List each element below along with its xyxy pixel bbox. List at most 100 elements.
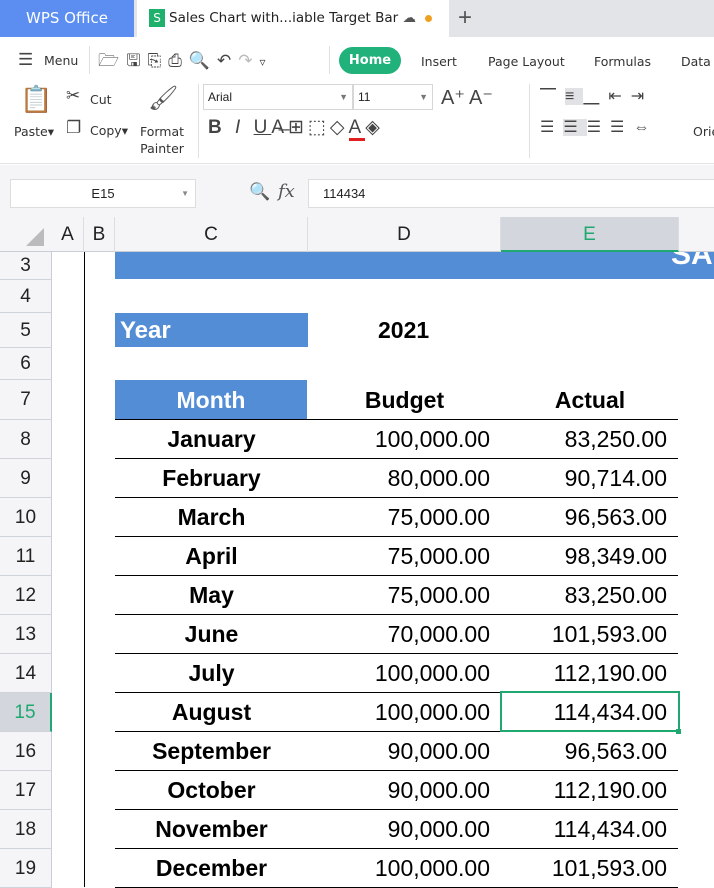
align-right-icon[interactable]: ☰ [587, 119, 610, 136]
align-center-icon[interactable]: ☰ [563, 119, 587, 136]
tab-page-layout[interactable]: Page Layout [488, 54, 565, 69]
actual-cell[interactable]: 98,349.00 [501, 543, 667, 570]
wps-office-tab[interactable]: WPS Office [0, 0, 134, 37]
tab-data[interactable]: Data [681, 54, 711, 69]
customize-dropdown-icon[interactable]: ▿ [259, 55, 272, 69]
month-cell[interactable]: May [115, 582, 308, 609]
actual-header[interactable]: Actual [501, 387, 679, 414]
month-cell[interactable]: January [115, 426, 308, 453]
month-cell[interactable]: April [115, 543, 308, 570]
clear-format-icon[interactable]: ◈ [365, 117, 384, 138]
fill-handle[interactable] [676, 729, 681, 734]
decrease-font-icon[interactable]: A⁻ [469, 85, 493, 110]
row-header-14[interactable]: 14 [0, 654, 52, 693]
row-header-5[interactable]: 5 [0, 313, 52, 348]
increase-indent-icon[interactable]: ⇥ [631, 88, 653, 105]
budget-cell[interactable]: 75,000.00 [308, 543, 490, 570]
orientation-button[interactable]: Orie [693, 124, 714, 139]
borders-icon[interactable]: ⊞ [288, 117, 308, 138]
row-header-11[interactable]: 11 [0, 537, 52, 576]
print-icon[interactable]: ⎙ [168, 51, 189, 70]
merge-icon[interactable]: ⬚ [308, 117, 330, 138]
row-header-16[interactable]: 16 [0, 732, 52, 771]
new-tab-button[interactable]: + [458, 4, 472, 32]
menu-button[interactable]: Menu [44, 53, 78, 68]
document-tab[interactable]: S Sales Chart with...iable Target Bar ☁ [137, 0, 449, 37]
month-cell[interactable]: October [115, 777, 308, 804]
actual-cell[interactable]: 83,250.00 [501, 426, 667, 453]
actual-cell[interactable]: 101,593.00 [501, 621, 667, 648]
font-color-icon[interactable]: A [348, 117, 366, 141]
bold-icon[interactable]: B [208, 117, 226, 138]
row-header-15[interactable]: 15 [0, 693, 52, 732]
actual-cell[interactable]: 114,434.00 [501, 816, 667, 843]
name-box[interactable]: E15 ▼ [10, 179, 196, 208]
tab-formulas[interactable]: Formulas [594, 54, 651, 69]
cut-icon[interactable]: ✂ [66, 86, 80, 106]
formula-input[interactable]: 114434 [308, 179, 714, 208]
month-header-cell[interactable]: Month [115, 380, 307, 419]
undo-icon[interactable]: ↶ [217, 51, 238, 70]
tab-insert[interactable]: Insert [421, 54, 457, 69]
row-header-4[interactable]: 4 [0, 280, 52, 313]
budget-cell[interactable]: 90,000.00 [308, 816, 490, 843]
redo-icon[interactable]: ↷ [238, 51, 259, 70]
fill-color-icon[interactable]: ◇ [330, 117, 349, 138]
column-header-e[interactable]: E [501, 217, 679, 252]
column-header-d[interactable]: D [308, 217, 501, 252]
align-bottom-icon[interactable]: ⎽ [583, 88, 608, 105]
budget-cell[interactable]: 75,000.00 [308, 582, 490, 609]
justify-icon[interactable]: ☰ [610, 119, 633, 136]
actual-cell[interactable]: 90,714.00 [501, 465, 667, 492]
format-painter-button[interactable]: Format Painter [140, 123, 184, 157]
hamburger-icon[interactable]: ☰ [18, 50, 33, 70]
budget-cell[interactable]: 80,000.00 [308, 465, 490, 492]
font-size-select[interactable]: 11 ▼ [353, 84, 433, 110]
budget-header[interactable]: Budget [308, 387, 501, 414]
actual-cell[interactable]: 83,250.00 [501, 582, 667, 609]
actual-cell[interactable]: 96,563.00 [501, 738, 667, 765]
wrap-icon[interactable]: ⇔ [633, 119, 658, 136]
actual-cell[interactable]: 112,190.00 [501, 660, 667, 687]
select-all-icon[interactable] [26, 228, 44, 246]
strikethrough-icon[interactable]: A̶ [271, 117, 288, 138]
month-cell[interactable]: August [115, 699, 308, 726]
copy-button[interactable]: Copy▾ [90, 123, 128, 138]
column-header-b[interactable]: B [84, 217, 115, 252]
row-header-10[interactable]: 10 [0, 498, 52, 537]
month-cell[interactable]: June [115, 621, 308, 648]
month-cell[interactable]: November [115, 816, 308, 843]
actual-cell[interactable]: 96,563.00 [501, 504, 667, 531]
fx-icon[interactable]: fx [278, 181, 295, 202]
open-icon[interactable]: 🗁 [98, 51, 126, 70]
paste-icon[interactable]: 📋 [20, 84, 52, 115]
italic-icon[interactable]: I [235, 117, 244, 138]
save-icon[interactable]: 🖫 [126, 51, 147, 70]
row-header-6[interactable]: 6 [0, 348, 52, 380]
row-header-12[interactable]: 12 [0, 576, 52, 615]
decrease-indent-icon[interactable]: ⇤ [608, 88, 630, 105]
cut-button[interactable]: Cut [90, 92, 112, 107]
font-name-select[interactable]: Arial ▼ [203, 84, 353, 110]
row-header-9[interactable]: 9 [0, 459, 52, 498]
month-cell[interactable]: September [115, 738, 308, 765]
column-header-a[interactable]: A [52, 217, 84, 252]
year-value[interactable]: 2021 [378, 317, 429, 344]
copy-icon[interactable]: ❐ [66, 118, 81, 138]
paste-button[interactable]: Paste▾ [14, 124, 54, 139]
format-painter-icon[interactable]: 🖌 [148, 84, 178, 113]
selected-cell-e15[interactable] [500, 691, 680, 732]
budget-cell[interactable]: 100,000.00 [308, 660, 490, 687]
year-label-cell[interactable]: Year [115, 313, 308, 347]
actual-cell[interactable]: 101,593.00 [501, 855, 667, 882]
tab-home[interactable]: Home [339, 47, 401, 74]
budget-cell[interactable]: 100,000.00 [308, 426, 490, 453]
align-middle-icon[interactable]: ≡ [565, 88, 584, 105]
underline-icon[interactable]: U [254, 117, 272, 138]
row-header-3[interactable]: 3 [0, 252, 52, 280]
budget-cell[interactable]: 100,000.00 [308, 699, 490, 726]
print-preview-icon[interactable]: 🔍 [189, 51, 217, 70]
month-cell[interactable]: July [115, 660, 308, 687]
budget-cell[interactable]: 90,000.00 [308, 738, 490, 765]
row-header-13[interactable]: 13 [0, 615, 52, 654]
